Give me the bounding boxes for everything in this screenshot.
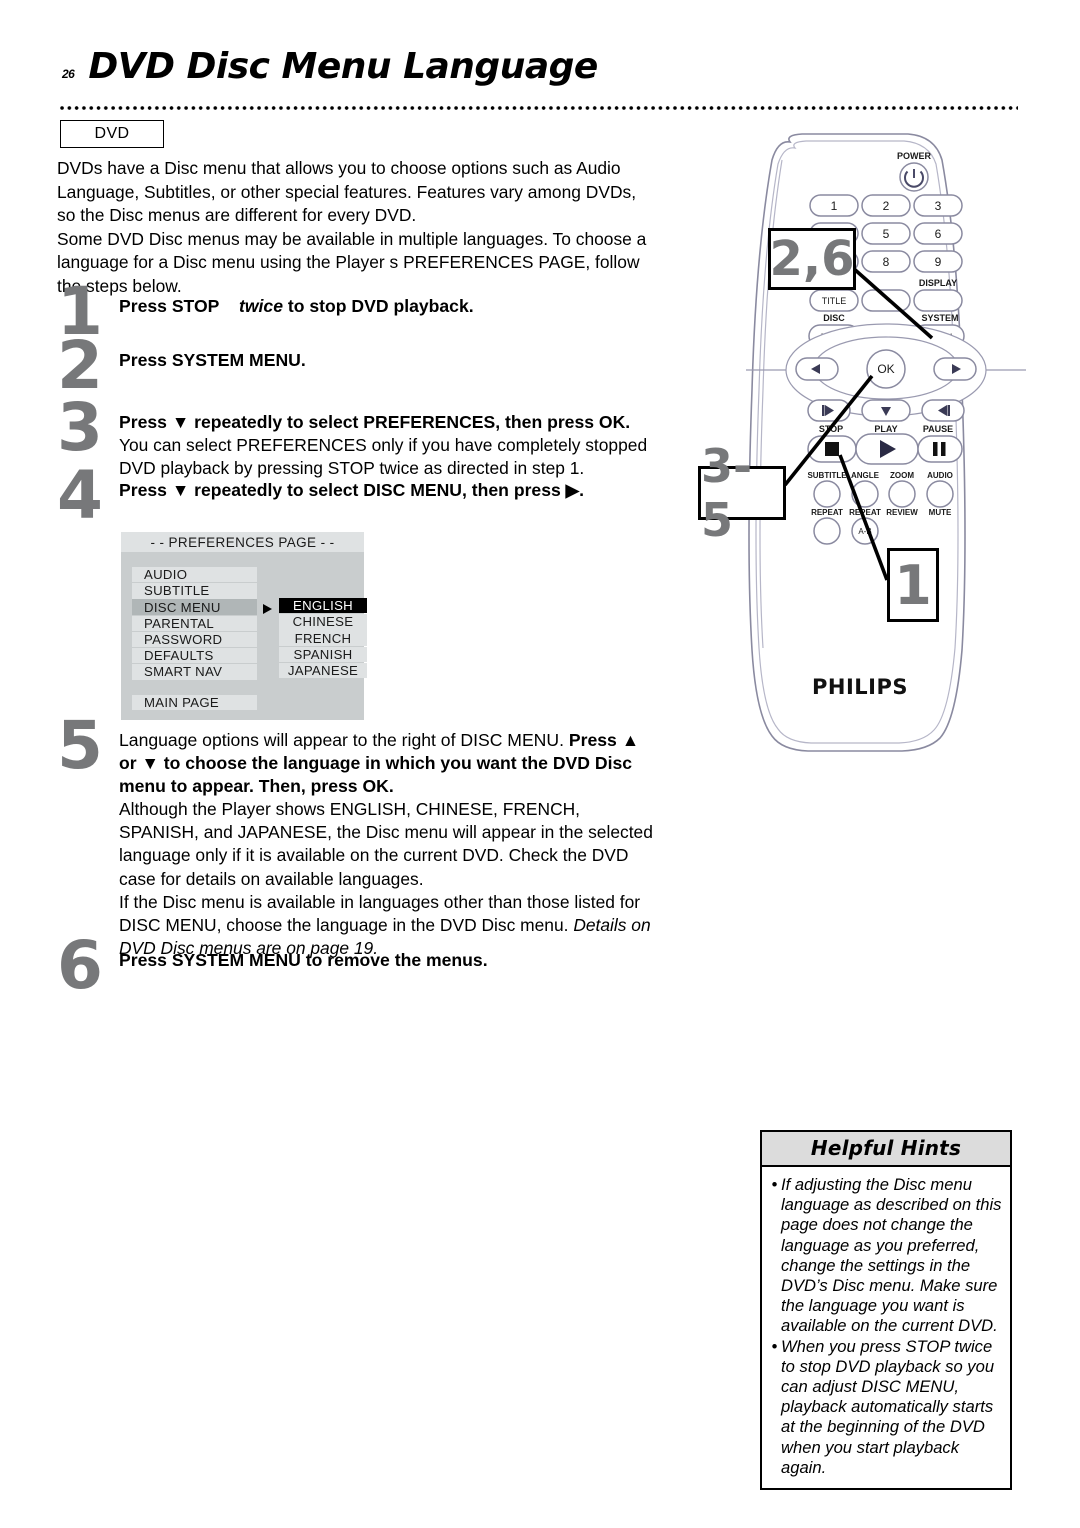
step-3: 3 Press ▼ repeatedly to select PREFERENC… — [57, 395, 657, 479]
svg-text:8: 8 — [883, 255, 890, 269]
callout-3-5-label: 3-5 — [701, 439, 753, 547]
osd-language-chinese[interactable]: CHINESE — [279, 614, 367, 630]
osd-right-arrow-icon — [263, 604, 272, 614]
callout-2-6-label: 2,6 — [769, 231, 855, 287]
svg-text:5: 5 — [883, 227, 890, 241]
step-1: 1 Press STOP twice to stop DVD playback. — [57, 279, 657, 349]
callout-step-1: 1 — [887, 548, 939, 622]
power-label: POWER — [897, 151, 932, 161]
play-label: PLAY — [874, 424, 897, 434]
step-3-heading: Press ▼ repeatedly to select PREFERENCES… — [119, 412, 631, 432]
repeat-ab-label: REPEAT — [849, 508, 881, 517]
osd-item-parental[interactable]: PARENTAL — [132, 615, 257, 631]
callout-step-3-5: 3-5 — [698, 439, 786, 547]
osd-language-french[interactable]: FRENCH — [279, 630, 367, 646]
page-header: 26 DVD Disc Menu Language — [62, 46, 762, 87]
helpful-hints-box: Helpful Hints • If adjusting the Disc me… — [760, 1130, 1012, 1491]
svg-text:1: 1 — [831, 199, 838, 213]
bullet-icon: • — [771, 1336, 778, 1356]
step-6-heading-a: Press SYSTEM MENU — [119, 950, 301, 970]
review-label: REVIEW — [886, 508, 918, 517]
intro-paragraph-1: DVDs have a Disc menu that allows you to… — [57, 158, 637, 226]
philips-brand-logo: PHILIPS — [812, 675, 908, 699]
step-5-number: 5 — [57, 707, 103, 784]
osd-item-password[interactable]: PASSWORD — [132, 631, 257, 648]
svg-text:9: 9 — [935, 255, 942, 269]
step-6-heading: Press SYSTEM MENU to remove the menus. — [119, 949, 657, 972]
step-5-heading: Language options will appear to the righ… — [119, 729, 657, 798]
osd-title: - - PREFERENCES PAGE - - — [121, 532, 364, 552]
osd-item-subtitle[interactable]: SUBTITLE — [132, 583, 257, 599]
step-5-lead: Language options will appear to the righ… — [119, 730, 564, 750]
osd-item-main-page[interactable]: MAIN PAGE — [132, 695, 257, 711]
page-title-text: DVD Disc Menu Language — [88, 46, 598, 87]
osd-language-japanese[interactable]: JAPANESE — [279, 662, 367, 679]
angle-label: ANGLE — [851, 471, 880, 480]
osd-language-english[interactable]: ENGLISH — [279, 598, 367, 614]
mute-label: MUTE — [929, 508, 952, 517]
hint-2-text: When you press STOP twice to stop DVD pl… — [781, 1336, 995, 1477]
intro-text: DVDs have a Disc menu that allows you to… — [57, 157, 647, 299]
step-1-heading-a: Press STOP — [119, 296, 220, 316]
step-3-body: You can select PREFERENCES only if you h… — [119, 435, 648, 479]
system-label: SYSTEM — [921, 313, 958, 323]
svg-text:3: 3 — [935, 199, 942, 213]
step-5: 5 Language options will appear to the ri… — [57, 713, 657, 959]
subtitle-label: SUBTITLE — [807, 471, 847, 480]
page-number: 26 — [62, 67, 75, 81]
zoom-label: ZOOM — [890, 471, 914, 480]
dvd-badge: DVD — [60, 120, 164, 148]
osd-item-audio[interactable]: AUDIO — [132, 567, 257, 583]
step-2: 2 Press SYSTEM MENU. — [57, 333, 657, 411]
svg-text:6: 6 — [935, 227, 942, 241]
step-1-heading-italic: twice — [238, 296, 283, 316]
step-2-heading: Press SYSTEM MENU. — [119, 350, 306, 370]
svg-text:OK: OK — [877, 362, 894, 376]
callout-1-label: 1 — [894, 553, 932, 617]
osd-language-spanish[interactable]: SPANISH — [279, 646, 367, 662]
hint-item-1: • If adjusting the Disc menu language as… — [768, 1175, 1002, 1337]
audio-label: AUDIO — [927, 471, 953, 480]
header-divider — [60, 106, 1018, 112]
remote-control-illustration: .body-out { fill:#fff; stroke:#8a8aa0; s… — [690, 130, 1030, 770]
step-4-number: 4 — [57, 457, 103, 534]
step-6-number: 6 — [57, 927, 103, 1004]
hint-item-2: • When you press STOP twice to stop DVD … — [768, 1337, 1002, 1478]
step-4-heading: Press ▼ repeatedly to select DISC MENU, … — [119, 480, 585, 500]
dvd-badge-label: DVD — [94, 125, 130, 142]
bullet-icon: • — [771, 1175, 778, 1194]
step-1-heading-b: to stop DVD playback. — [287, 296, 474, 316]
step-1-heading: Press STOP twice to stop DVD playback. — [119, 295, 657, 318]
pause-label: PAUSE — [923, 424, 953, 434]
osd-language-list: ENGLISH CHINESE FRENCH SPANISH JAPANESE — [279, 598, 367, 679]
helpful-hints-title: Helpful Hints — [762, 1132, 1010, 1167]
osd-left-menu: AUDIO SUBTITLE DISC MENU PARENTAL PASSWO… — [132, 567, 257, 680]
osd-item-defaults[interactable]: DEFAULTS — [132, 647, 257, 664]
step-5-body-2a: If the Disc menu is available in languag… — [119, 891, 641, 936]
preferences-page-osd: - - PREFERENCES PAGE - - AUDIO SUBTITLE … — [121, 532, 367, 720]
svg-text:2: 2 — [883, 199, 890, 213]
display-label: DISPLAY — [919, 278, 957, 288]
osd-item-disc-menu[interactable]: DISC MENU — [132, 599, 257, 615]
step-3-number: 3 — [57, 389, 103, 466]
repeat-label: REPEAT — [811, 508, 843, 517]
step-6: 6 Press SYSTEM MENU to remove the menus. — [57, 933, 657, 1009]
disc-label: DISC — [823, 313, 845, 323]
helpful-hints-body: • If adjusting the Disc menu language as… — [762, 1167, 1010, 1488]
page-title: 26 DVD Disc Menu Language — [62, 46, 762, 87]
step-6-heading-b: to remove the menus. — [305, 950, 488, 970]
svg-text:TITLE: TITLE — [822, 296, 847, 306]
callout-step-2-6: 2,6 — [768, 228, 856, 290]
hint-1-text: If adjusting the Disc menu language as d… — [781, 1175, 1002, 1336]
osd-item-smart-nav[interactable]: SMART NAV — [132, 664, 257, 680]
step-5-body-1: Although the Player shows ENGLISH, CHINE… — [119, 799, 653, 889]
intro-paragraph-2: Some DVD Disc menus may be available in … — [57, 228, 647, 296]
